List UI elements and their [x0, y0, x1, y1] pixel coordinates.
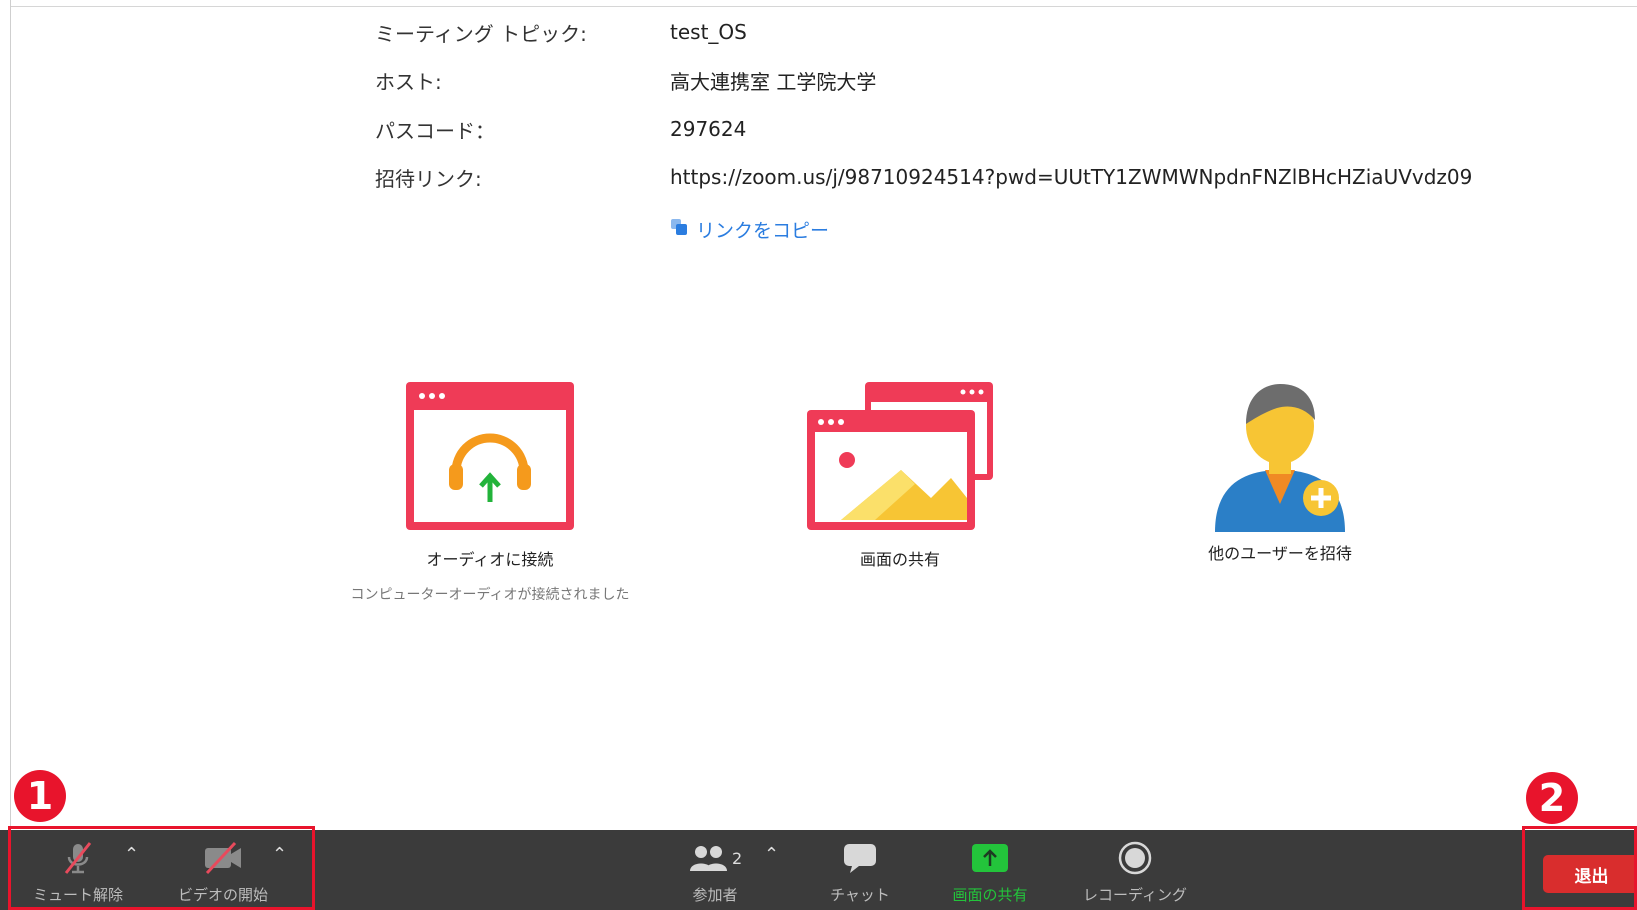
topic-label: ミーティング トピック:: [375, 21, 587, 46]
invite-link-value[interactable]: https://zoom.us/j/98710924514?pwd=UUtTY1…: [670, 165, 1472, 189]
marker-one: 1: [14, 770, 66, 822]
share-window-icon: [780, 380, 1020, 532]
passcode-label: パスコード：: [375, 118, 495, 143]
share-screen-button[interactable]: 画面の共有: [935, 830, 1045, 910]
chat-bubble-icon: [810, 840, 910, 876]
invite-action[interactable]: 他のユーザーを招待: [1160, 374, 1400, 564]
audio-window-icon: [320, 380, 660, 532]
participants-options-chevron-icon[interactable]: ⌃: [764, 844, 779, 865]
info-row-topic: ミーティング トピック: test_OS: [375, 16, 747, 48]
record-button[interactable]: レコーディング: [1065, 830, 1205, 910]
record-label: レコーディング: [1083, 886, 1187, 904]
participants-button[interactable]: 2 参加者: [660, 830, 770, 910]
passcode-value: 297624: [670, 117, 747, 141]
chat-button[interactable]: チャット: [810, 830, 910, 910]
copy-link-label: リンクをコピー: [696, 220, 830, 242]
copy-link-button[interactable]: リンクをコピー: [670, 216, 829, 243]
participants-label: 参加者: [692, 886, 738, 904]
invite-link-label: 招待リンク:: [375, 166, 482, 191]
join-audio-action[interactable]: オーディオに接続 コンピューターオーディオが接続されました: [320, 380, 660, 604]
share-label: 画面の共有: [859, 550, 940, 569]
marker-two: 2: [1526, 772, 1578, 824]
share-arrow-icon: [935, 840, 1045, 876]
topic-value: test_OS: [670, 20, 747, 44]
chat-label: チャット: [830, 886, 890, 904]
host-label: ホスト:: [375, 69, 442, 94]
add-user-icon: [1160, 374, 1400, 534]
info-row-host: ホスト: 高大連携室 工学院大学: [375, 64, 876, 96]
highlight-box-exit: [1522, 826, 1637, 910]
participants-icon: 2: [660, 840, 770, 876]
copy-icon: [670, 218, 688, 241]
share-screen-action[interactable]: 画面の共有: [780, 380, 1020, 570]
left-border: [10, 0, 11, 830]
info-row-invite-link: 招待リンク: https://zoom.us/j/98710924514?pwd…: [375, 161, 1472, 193]
audio-label: オーディオに接続: [426, 550, 554, 569]
invite-label: 他のユーザーを招待: [1208, 544, 1352, 563]
host-value: 高大連携室 工学院大学: [670, 69, 877, 94]
record-icon: [1065, 840, 1205, 876]
audio-status: コンピューターオーディオが接続されました: [350, 587, 630, 603]
info-row-passcode: パスコード： 297624: [375, 113, 746, 145]
share-screen-label: 画面の共有: [952, 886, 1028, 904]
highlight-box-audio-video: [8, 826, 315, 910]
top-border: [10, 6, 1637, 7]
participants-count: 2: [732, 848, 743, 868]
